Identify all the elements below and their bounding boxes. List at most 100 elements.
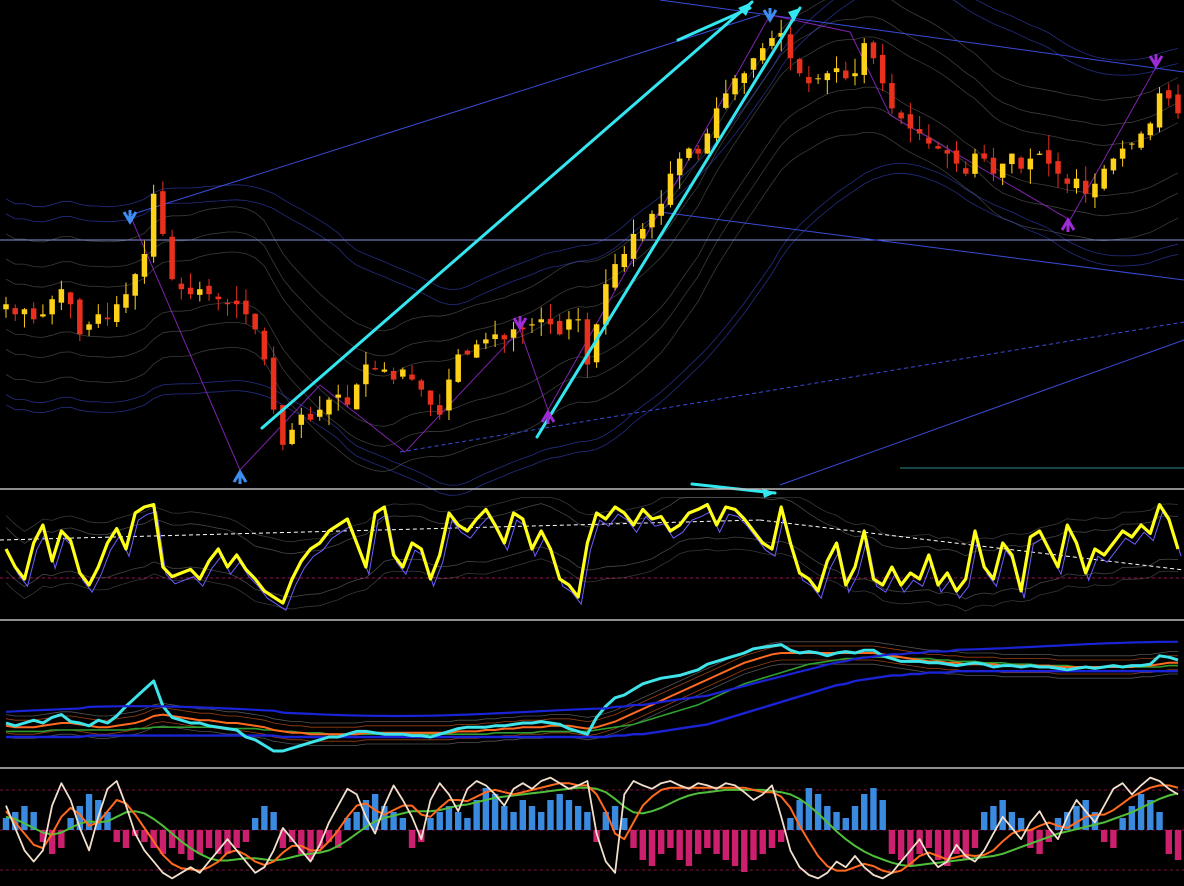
candle-body (21, 309, 28, 315)
candle-body (870, 42, 877, 59)
candle-body (40, 314, 46, 317)
histogram-bar-positive (833, 812, 840, 830)
candle-body (898, 112, 904, 119)
candle-body (621, 254, 628, 268)
candle-body (741, 73, 748, 83)
candle-body (390, 370, 397, 380)
histogram-bar-positive (556, 794, 563, 830)
candle-body (1175, 94, 1181, 114)
candle-body (686, 148, 692, 158)
histogram-bar-positive (824, 806, 831, 830)
histogram-bar-negative (888, 830, 896, 854)
trading-chart[interactable] (0, 0, 1184, 886)
histogram-bar-negative (205, 830, 213, 848)
candle-body (492, 334, 498, 339)
histogram-bar-positive (353, 812, 360, 830)
candle-body (944, 150, 951, 154)
histogram-bar-negative (242, 830, 250, 842)
candle-body (1073, 178, 1080, 189)
candle-body (418, 380, 425, 390)
histogram-bar-negative (1174, 830, 1182, 860)
candle-body (1092, 183, 1098, 198)
candle-body (547, 318, 554, 325)
candle-body (243, 300, 249, 315)
candle-body (566, 319, 572, 330)
histogram-bar-negative (630, 830, 637, 848)
candle-body (67, 292, 74, 305)
candle-body (713, 108, 720, 138)
candle-body (575, 319, 581, 321)
chart-background (0, 0, 1184, 886)
histogram-bar-negative (1165, 830, 1172, 854)
histogram-bar-negative (113, 830, 120, 842)
candle-body (1009, 153, 1015, 165)
candle-body (363, 364, 369, 385)
candle-body (473, 344, 480, 358)
candle-body (861, 43, 867, 75)
candle-body (86, 324, 92, 330)
candle-body (796, 59, 803, 74)
candle-body (953, 150, 960, 164)
candle-body (501, 335, 508, 340)
histogram-bar-positive (861, 794, 868, 830)
histogram-bar-positive (787, 818, 794, 830)
candle-body (77, 299, 83, 335)
histogram-bar-negative (1110, 830, 1117, 848)
candle-body (1147, 123, 1154, 136)
candle-body (630, 233, 637, 259)
histogram-bar-negative (768, 830, 776, 848)
candle-body (815, 78, 821, 80)
candle-body (879, 54, 886, 84)
candle-body (769, 38, 775, 46)
histogram-bar-negative (667, 830, 674, 848)
candle-body (806, 76, 812, 84)
candle-body (1027, 158, 1034, 170)
candle-body (1156, 93, 1163, 128)
histogram-bar-positive (519, 800, 526, 830)
candle-body (160, 191, 166, 234)
candle-body (1119, 148, 1126, 159)
candle-body (1064, 178, 1071, 184)
candle-body (926, 137, 932, 144)
histogram-bar-negative (759, 830, 766, 854)
histogram-bar-negative (658, 830, 665, 854)
candle-body (1018, 157, 1024, 169)
candle-body (30, 308, 37, 320)
candle-body (123, 294, 129, 308)
candle-body (1055, 161, 1061, 174)
histogram-bar-positive (990, 806, 997, 830)
candle-body (427, 390, 434, 405)
candle-body (95, 314, 102, 324)
candle-body (307, 413, 314, 420)
candle-body (916, 129, 923, 134)
histogram-bar-positive (427, 818, 434, 830)
histogram-bar-negative (122, 830, 130, 848)
candle-body (381, 369, 388, 372)
candle-body (704, 133, 711, 154)
candle-body (963, 168, 969, 174)
histogram-bar-negative (897, 830, 905, 860)
candle-body (150, 193, 157, 257)
histogram-bar-positive (842, 818, 849, 830)
candle-body (1129, 143, 1135, 145)
candle-body (732, 78, 738, 95)
candle-body (317, 409, 323, 417)
histogram-bar-negative (1100, 830, 1108, 842)
candle-body (1138, 133, 1144, 148)
candle-body (141, 254, 148, 277)
candle-body (1082, 180, 1089, 194)
candle-body (298, 414, 305, 425)
histogram-bar-positive (501, 806, 508, 830)
candle-body (658, 203, 664, 216)
candle-body (104, 317, 111, 320)
histogram-bar-positive (565, 800, 573, 830)
histogram-bar-positive (870, 788, 877, 830)
histogram-bar-positive (399, 818, 407, 830)
histogram-bar-positive (528, 806, 536, 830)
histogram-bar-positive (1156, 812, 1163, 830)
candle-body (169, 236, 175, 280)
histogram-bar-positive (851, 806, 859, 830)
candle-body (603, 284, 609, 325)
candle-body (58, 289, 65, 303)
candle-body (759, 48, 766, 61)
